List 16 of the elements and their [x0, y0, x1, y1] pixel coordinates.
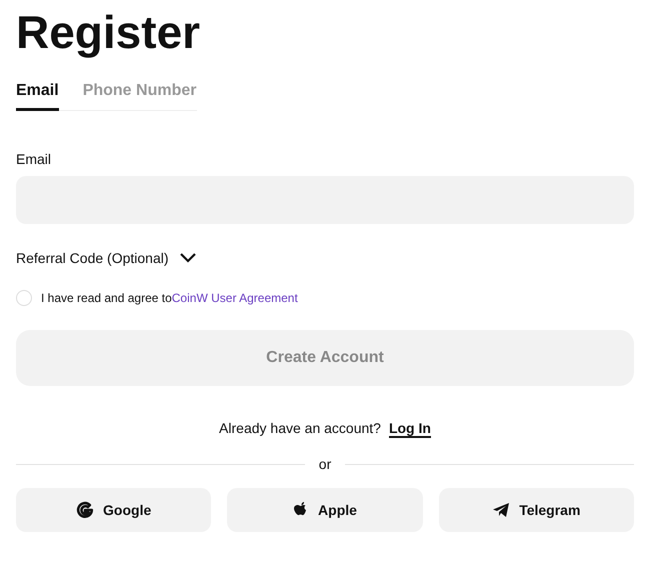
divider-text: or — [318, 456, 332, 472]
field-label: Email — [16, 151, 52, 167]
agreement-link[interactable]: CoinW User Agreement — [172, 291, 298, 305]
social-login-button[interactable]: Google — [16, 488, 212, 532]
google-icon — [76, 501, 94, 519]
agree-checkbox[interactable] — [16, 290, 32, 306]
agreement-text: I have read and agree to — [41, 291, 172, 305]
login-prompt: Already have an account? — [219, 420, 381, 438]
tab[interactable]: Email — [16, 82, 59, 111]
social-login-button[interactable]: Telegram — [438, 488, 634, 532]
page-title: Register — [16, 5, 202, 58]
social-login-button[interactable]: Apple — [227, 488, 423, 532]
paper-plane-icon — [492, 502, 510, 518]
referral-label[interactable]: Referral Code (Optional) — [16, 250, 169, 266]
chevron-icon[interactable] — [178, 252, 197, 264]
login-link[interactable]: Log In — [388, 420, 431, 438]
